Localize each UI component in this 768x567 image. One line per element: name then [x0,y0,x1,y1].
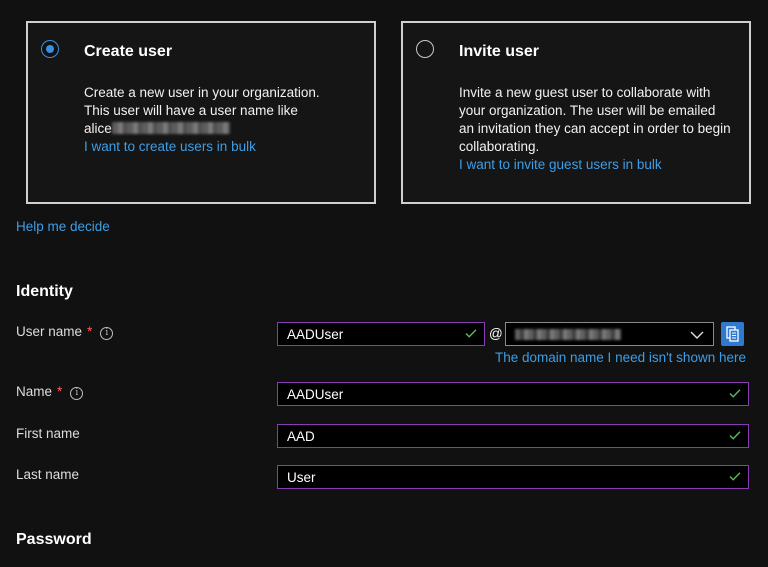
domain-dropdown[interactable] [505,322,714,346]
name-label: Name * i [16,384,84,400]
check-icon [729,389,741,398]
redacted-domain-value [515,329,621,340]
check-icon [465,329,477,338]
first-name-value: AAD [287,429,315,444]
username-input[interactable]: AADUser [277,322,485,346]
redacted-domain [111,122,230,135]
copy-icon [726,326,739,342]
first-name-input[interactable]: AAD [277,424,749,448]
chevron-down-icon [690,331,704,339]
check-icon [729,431,741,440]
domain-not-shown-link[interactable]: The domain name I need isn't shown here [495,350,746,365]
name-input[interactable]: AADUser [277,382,749,406]
create-user-desc-line2: This user will have a user name like [84,103,298,118]
help-me-decide-link[interactable]: Help me decide [16,219,110,234]
info-icon[interactable]: i [70,387,84,400]
invite-user-option[interactable]: Invite user Invite a new guest user to c… [401,21,751,204]
first-name-label: First name [16,426,80,441]
invite-user-description: Invite a new guest user to collaborate w… [459,84,734,174]
name-value: AADUser [287,387,344,402]
username-label: User name * i [16,324,114,340]
required-marker: * [57,384,63,399]
last-name-value: User [287,470,316,485]
copy-button[interactable] [721,322,744,346]
password-heading: Password [16,531,92,548]
required-marker: * [87,324,93,339]
name-label-text: Name [16,384,53,399]
invite-bulk-link[interactable]: I want to invite guest users in bulk [459,157,662,172]
create-user-description: Create a new user in your organization. … [84,84,334,156]
create-user-option[interactable]: Create user Create a new user in your or… [26,21,376,204]
create-bulk-link[interactable]: I want to create users in bulk [84,139,256,154]
identity-heading: Identity [16,283,73,300]
username-label-text: User name [16,324,83,339]
invite-user-radio[interactable] [416,40,434,58]
at-symbol: @ [489,326,503,341]
invite-user-title: Invite user [459,43,540,60]
info-icon[interactable]: i [100,327,114,340]
invite-user-desc-text: Invite a new guest user to collaborate w… [459,85,731,154]
create-user-title: Create user [84,43,173,60]
create-user-radio[interactable] [41,40,59,58]
username-value: AADUser [287,327,344,342]
check-icon [729,472,741,481]
create-user-desc-line1: Create a new user in your organization. [84,85,320,100]
last-name-label: Last name [16,467,80,482]
last-name-input[interactable]: User [277,465,749,489]
example-username-prefix: alice [84,121,112,136]
